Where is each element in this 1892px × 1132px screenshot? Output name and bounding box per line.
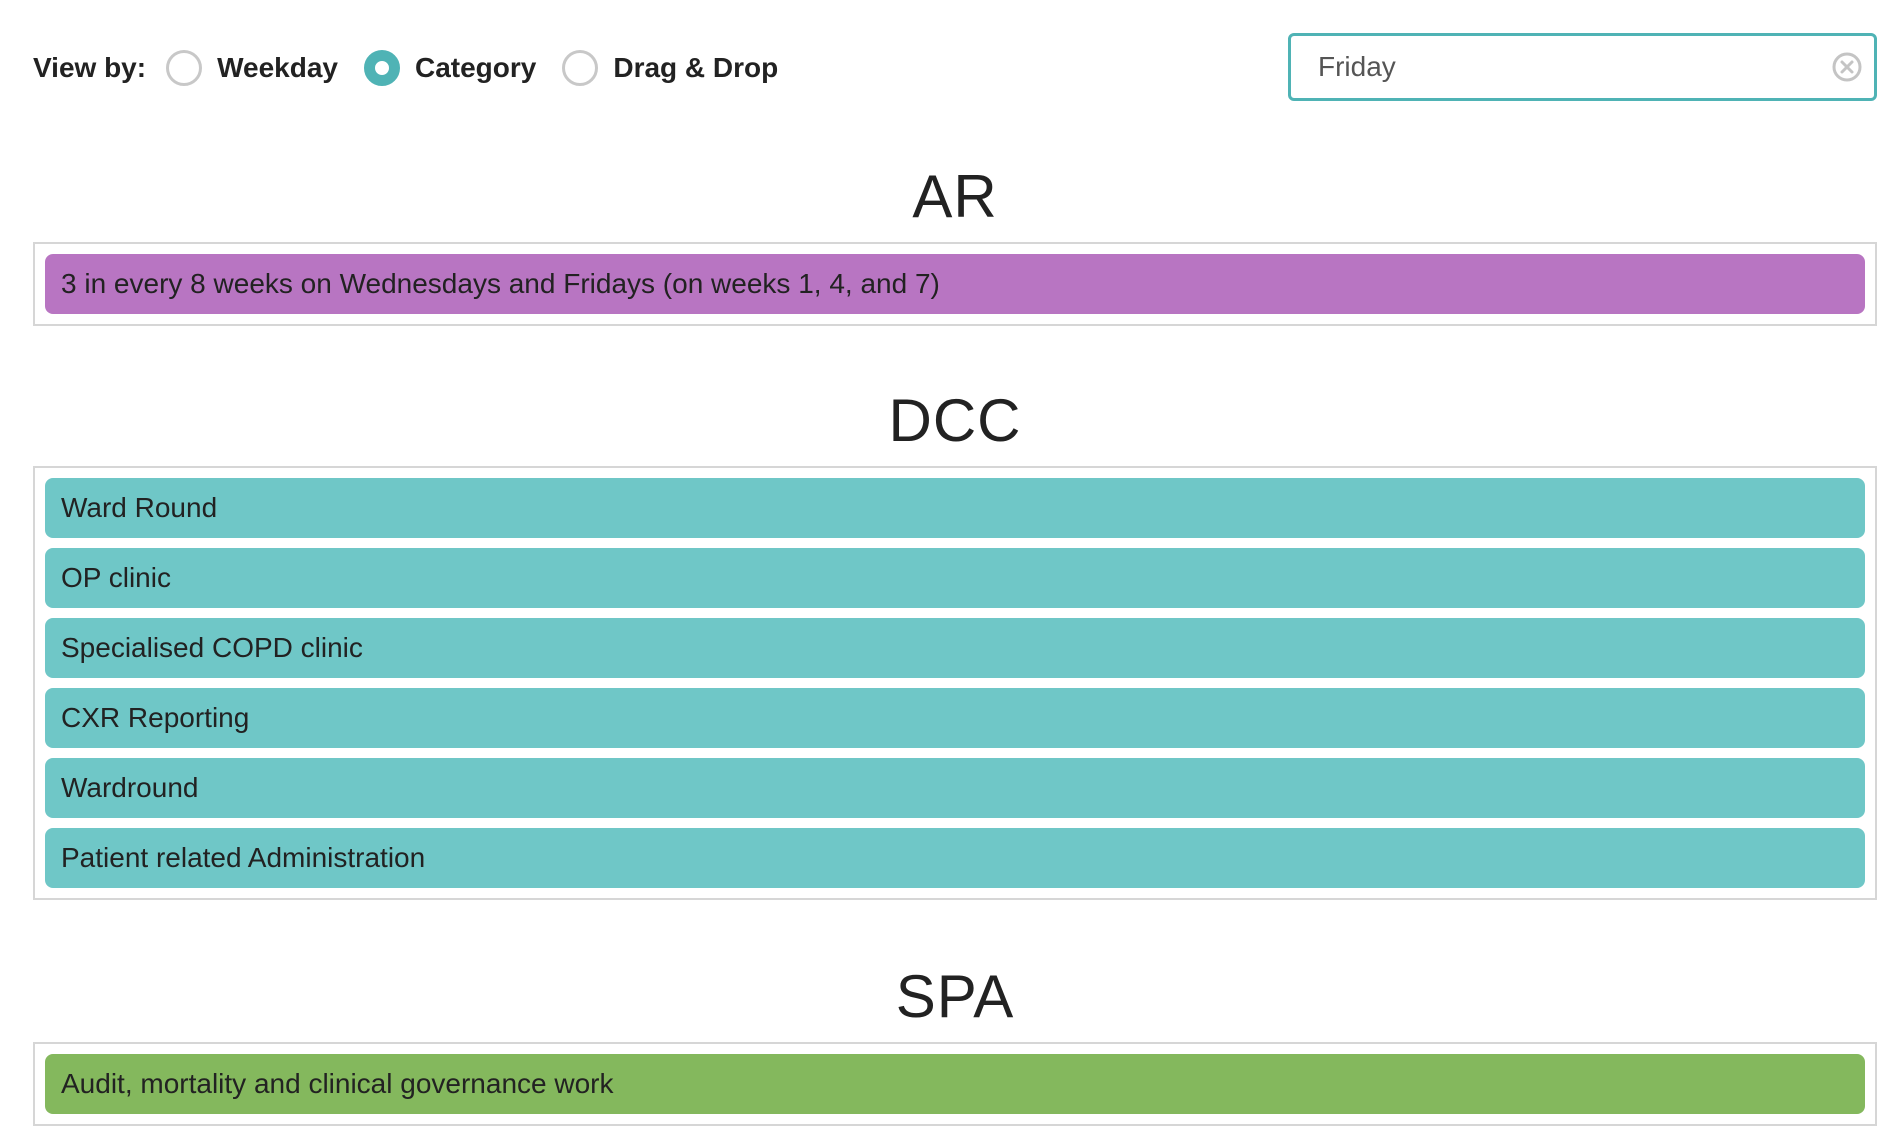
activity-item[interactable]: OP clinic <box>45 548 1865 608</box>
activity-item[interactable]: Patient related Administration <box>45 828 1865 888</box>
radio-label-category[interactable]: Category <box>415 52 536 84</box>
radio-button-category[interactable] <box>363 50 400 86</box>
category-box-spa: Audit, mortality and clinical governance… <box>33 1042 1877 1126</box>
category-title-spa: SPA <box>895 963 1015 1030</box>
activity-item[interactable]: Ward Round <box>45 478 1865 538</box>
category-box-dcc: Ward Round OP clinic Specialised COPD cl… <box>33 466 1877 900</box>
search-box <box>1288 33 1877 101</box>
category-box-ar: 3 in every 8 weeks on Wednesdays and Fri… <box>33 242 1877 326</box>
clear-circle-icon[interactable] <box>1830 50 1864 84</box>
radio-option-weekday[interactable]: Weekday <box>166 50 338 86</box>
category-section-dcc: DCC Ward Round OP clinic Specialised COP… <box>33 382 1877 900</box>
radio-option-drag-drop[interactable]: Drag & Drop <box>562 50 778 86</box>
category-section-ar: AR 3 in every 8 weeks on Wednesdays and … <box>33 158 1877 326</box>
activity-item[interactable]: CXR Reporting <box>45 688 1865 748</box>
radio-option-category[interactable]: Category <box>363 50 536 86</box>
radio-label-weekday[interactable]: Weekday <box>217 52 338 84</box>
category-title-ar: AR <box>912 163 998 230</box>
activity-item[interactable]: Audit, mortality and clinical governance… <box>45 1054 1865 1114</box>
view-by-label: View by: <box>33 52 147 83</box>
activity-item[interactable]: Wardround <box>45 758 1865 818</box>
radio-button-weekday[interactable] <box>166 50 203 86</box>
radio-label-drag-drop[interactable]: Drag & Drop <box>613 52 778 84</box>
view-by-toolbar: View by: Weekday Category Drag & Drop <box>33 36 804 100</box>
category-section-spa: SPA Audit, mortality and clinical govern… <box>33 958 1877 1126</box>
radio-button-drag-drop[interactable] <box>562 50 599 86</box>
category-title-dcc: DCC <box>888 387 1022 454</box>
activity-item[interactable]: Specialised COPD clinic <box>45 618 1865 678</box>
search-input[interactable] <box>1316 50 1800 84</box>
activity-item[interactable]: 3 in every 8 weeks on Wednesdays and Fri… <box>45 254 1865 314</box>
